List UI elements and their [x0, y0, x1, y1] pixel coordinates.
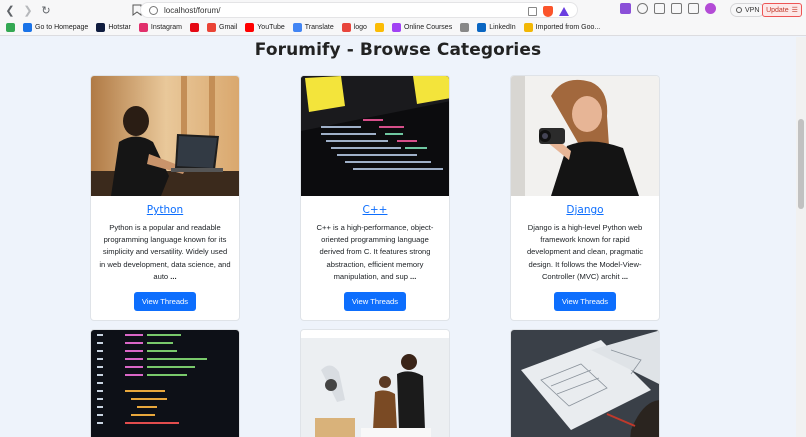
bookmark-item[interactable] [460, 23, 470, 32]
category-title-link[interactable]: C++ [309, 204, 441, 216]
category-image-code [91, 330, 239, 437]
youtube-icon [245, 23, 255, 32]
vpn-icon [736, 7, 742, 13]
category-card-design [510, 329, 660, 437]
category-card-django: Django Django is a high-level Python web… [510, 75, 660, 321]
courses-icon [391, 23, 401, 32]
category-title-link[interactable]: Django [519, 204, 651, 216]
category-card-python: Python Python is a popular and readable … [90, 75, 240, 321]
bookmark-item[interactable]: YouTube [245, 23, 285, 32]
google-drive-icon [6, 23, 15, 32]
category-image-python [91, 76, 239, 196]
bookmark-label: Imported from Goo... [535, 24, 601, 31]
extensions-area [620, 3, 716, 14]
url-text: localhost/forum/ [164, 5, 221, 15]
category-image-robot [301, 330, 449, 437]
bookmark-item[interactable]: Go to Homepage [23, 23, 88, 32]
bookmark-item[interactable]: LinkedIn [477, 23, 516, 32]
bookmark-label: YouTube [257, 24, 285, 31]
bookmark-label: Online Courses [403, 24, 453, 31]
bookmark-item[interactable]: Translate [292, 23, 334, 32]
browser-toolbar: ❮ ❯ ↻ localhost/forum/ VPN Update ☰ [0, 0, 806, 20]
category-description: Python is a popular and readable program… [99, 223, 231, 281]
bookmarks-bar: Go to Homepage Hotstar Instagram Gmail YouTu… [0, 20, 806, 36]
view-threads-button[interactable]: View Threads [344, 292, 406, 312]
extension-s-icon[interactable] [620, 3, 631, 14]
translate-icon [292, 23, 302, 32]
bookmark-item[interactable] [6, 23, 15, 32]
site-info-icon[interactable] [149, 5, 158, 15]
sidebar-icon[interactable] [671, 3, 682, 14]
bookmark-label: LinkedIn [489, 24, 516, 31]
profile-avatar[interactable] [705, 3, 716, 14]
brave-shields-icon[interactable] [543, 6, 553, 17]
forward-icon[interactable]: ❯ [20, 2, 36, 18]
bookmark-item[interactable]: logo [341, 23, 367, 32]
drive-icon [374, 23, 384, 32]
bookmark-label: Go to Homepage [35, 24, 89, 31]
category-description: Django is a high-level Python web framew… [526, 223, 644, 281]
back-icon[interactable]: ❮ [2, 2, 18, 18]
hotstar-icon [96, 23, 106, 32]
bookmark-item[interactable]: Instagram [138, 23, 182, 32]
folder-icon [523, 23, 533, 32]
logo-icon [341, 23, 351, 32]
gmail-icon [207, 23, 216, 32]
vpn-button[interactable]: VPN [730, 3, 766, 17]
page-content: Forumify - Browse Categories Python Pyth… [0, 37, 806, 437]
reload-icon[interactable]: ↻ [38, 2, 54, 18]
scrollbar-thumb[interactable] [798, 119, 804, 209]
bookmark-icon [460, 23, 470, 32]
bookmark-label: Translate [304, 24, 334, 31]
bookmark-label: logo [353, 24, 367, 31]
instagram-icon [138, 23, 148, 32]
page-title: Forumify - Browse Categories [254, 40, 542, 60]
update-button[interactable]: Update ☰ [762, 3, 802, 17]
category-image-cpp [301, 76, 449, 196]
bookmark-item[interactable] [374, 23, 384, 32]
view-threads-button[interactable]: View Threads [554, 292, 616, 312]
netflix-icon [190, 23, 199, 32]
page-scrollbar[interactable] [796, 37, 806, 437]
view-threads-button[interactable]: View Threads [134, 292, 196, 312]
category-card-ai [300, 329, 450, 437]
bookmark-label: Gmail [219, 24, 238, 31]
bookmark-item[interactable]: Imported from Goo... [523, 23, 601, 32]
update-label: Update [766, 6, 789, 14]
linkedin-icon [477, 23, 487, 32]
vpn-label: VPN [745, 6, 760, 14]
category-title-link[interactable]: Python [99, 204, 231, 216]
category-description: C++ is a high-performance, object-orient… [316, 223, 434, 281]
homepage-icon [23, 23, 32, 32]
bookmark-item[interactable]: Online Courses [391, 23, 453, 32]
category-card-cpp: C++ C++ is a high-performance, object-or… [300, 75, 450, 321]
bookmark-item[interactable]: Hotstar [96, 23, 131, 32]
bookmark-item[interactable] [190, 23, 199, 32]
bookmark-label: Hotstar [108, 24, 131, 31]
bookmark-item[interactable]: Gmail [207, 23, 237, 32]
category-card-react [90, 329, 240, 437]
chat-icon[interactable] [654, 3, 665, 14]
share-icon[interactable] [528, 7, 537, 16]
menu-icon: ☰ [791, 7, 798, 14]
address-bar[interactable]: localhost/forum/ [140, 2, 578, 18]
shield-icon[interactable] [637, 3, 648, 14]
brave-rewards-icon[interactable] [559, 7, 569, 16]
category-image-django [511, 76, 659, 196]
wallet-icon[interactable] [688, 3, 699, 14]
bookmark-label: Instagram [150, 24, 182, 31]
category-image-blueprint [511, 330, 659, 437]
